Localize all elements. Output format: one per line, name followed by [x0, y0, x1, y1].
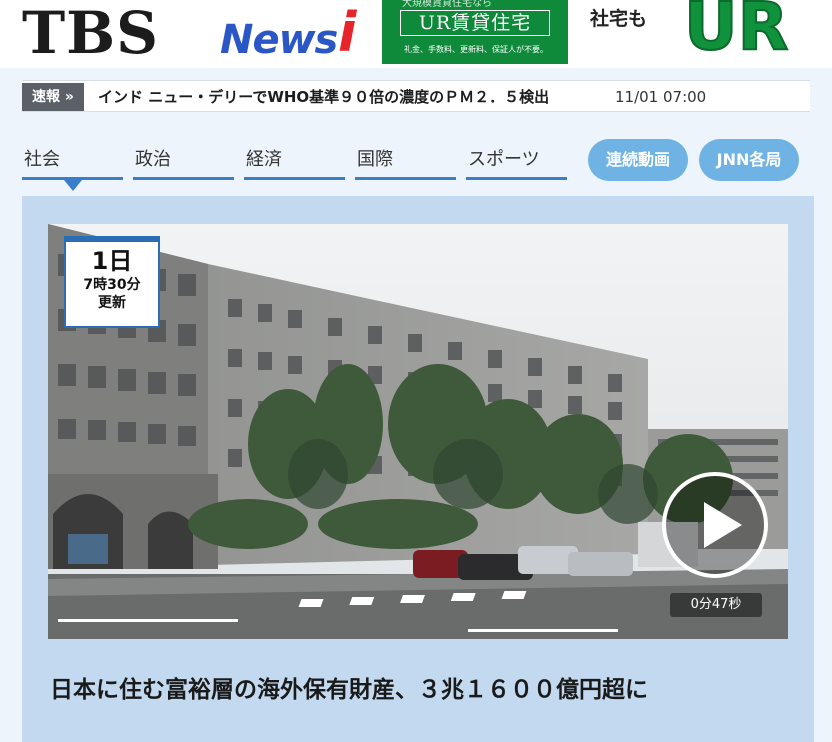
ad-subtext: 礼金、手数料、更新料、保証人が不要。	[404, 45, 548, 54]
breaking-label: 速報 »	[22, 83, 84, 111]
article-headline-link[interactable]: 日本に住む富裕層の海外保有財産、３兆１６００億円超に	[50, 674, 810, 706]
update-date-badge: 1日 7時30分 更新	[64, 236, 160, 328]
tab-society[interactable]: 社会	[22, 146, 123, 180]
breaking-timestamp: 11/01 07:00	[615, 88, 707, 106]
ur-shataku-ad[interactable]: 社宅も UR	[568, 0, 832, 64]
breaking-headline-link[interactable]: インド ニュー・デリーでWHO基準９０倍の濃度のＰＭ２．５検出	[98, 86, 549, 108]
ad-title: UR賃貸住宅	[400, 10, 550, 36]
badge-day: 1日	[91, 247, 133, 275]
breaking-news-bar[interactable]: 速報 » インド ニュー・デリーでWHO基準９０倍の濃度のＰＭ２．５検出 11/…	[22, 80, 810, 112]
badge-time: 7時30分	[83, 277, 141, 293]
ur-banner-ad[interactable]: 大規模賃貸住宅なら UR賃貸住宅 礼金、手数料、更新料、保証人が不要。	[382, 0, 568, 64]
news-logo-text[interactable]: News	[220, 18, 338, 62]
tab-economy[interactable]: 経済	[244, 146, 345, 180]
jnn-stations-button[interactable]: JNN各局	[699, 139, 799, 181]
tbs-logo[interactable]: TBS	[22, 2, 159, 64]
tab-politics[interactable]: 政治	[133, 146, 234, 180]
play-triangle-icon	[704, 502, 742, 548]
play-button-icon[interactable]	[662, 472, 768, 578]
tab-sports[interactable]: スポーツ	[466, 146, 567, 180]
badge-updated-label: 更新	[98, 295, 126, 311]
video-duration: 0分47秒	[670, 593, 762, 617]
category-tabs: 社会 政治 経済 国際 スポーツ	[22, 146, 582, 191]
site-header: TBS News i 大規模賃貸住宅なら UR賃貸住宅 礼金、手数料、更新料、保…	[0, 0, 832, 68]
ad-top-text: 大規模賃貸住宅なら	[402, 0, 492, 9]
continuous-video-button[interactable]: 連続動画	[588, 139, 688, 181]
tab-international[interactable]: 国際	[355, 146, 456, 180]
ad2-ur-logo: UR	[683, 0, 789, 64]
active-tab-indicator	[64, 180, 82, 191]
ad2-small-text: 社宅も	[590, 8, 648, 30]
news-logo-i[interactable]: i	[338, 4, 357, 62]
